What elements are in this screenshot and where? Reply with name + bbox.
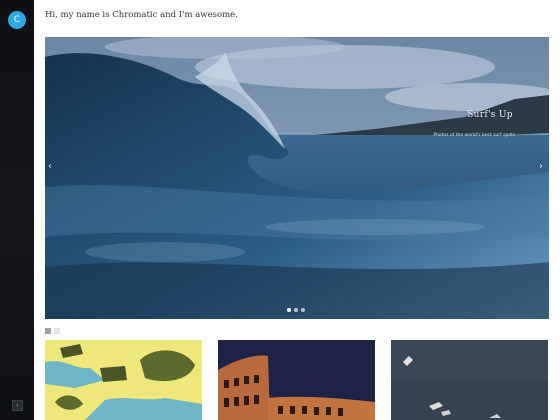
illustration-image	[45, 340, 202, 420]
colosseum-image	[218, 340, 375, 420]
slide-title: Surf's Up	[467, 110, 513, 120]
greeting-text: Hi, my name is Chromatic and I'm awesome…	[45, 10, 238, 20]
slide-pagination	[287, 308, 305, 312]
gallery-item-illustration[interactable]	[45, 340, 202, 420]
expand-sidebar-icon[interactable]: ›	[12, 400, 23, 411]
seabirds-image	[391, 340, 548, 420]
wave-photo	[45, 37, 549, 319]
slide-subtitle: Photos of the world's best surf spots.	[433, 133, 517, 138]
slide-dot[interactable]	[301, 308, 305, 312]
slide-dot[interactable]	[287, 308, 291, 312]
list-view-icon[interactable]	[54, 328, 60, 334]
avatar[interactable]: C	[8, 11, 26, 29]
slide-dot[interactable]	[294, 308, 298, 312]
sidebar: C ›	[0, 0, 34, 420]
previous-slide-icon[interactable]: ‹	[48, 161, 52, 172]
gallery-item-colosseum[interactable]	[218, 340, 375, 420]
grid-view-icon[interactable]	[45, 328, 51, 334]
gallery-item-seabirds[interactable]	[391, 340, 548, 420]
hero-slider[interactable]: Surf's Up Photos of the world's best sur…	[45, 37, 549, 319]
next-slide-icon[interactable]: ›	[539, 161, 543, 172]
